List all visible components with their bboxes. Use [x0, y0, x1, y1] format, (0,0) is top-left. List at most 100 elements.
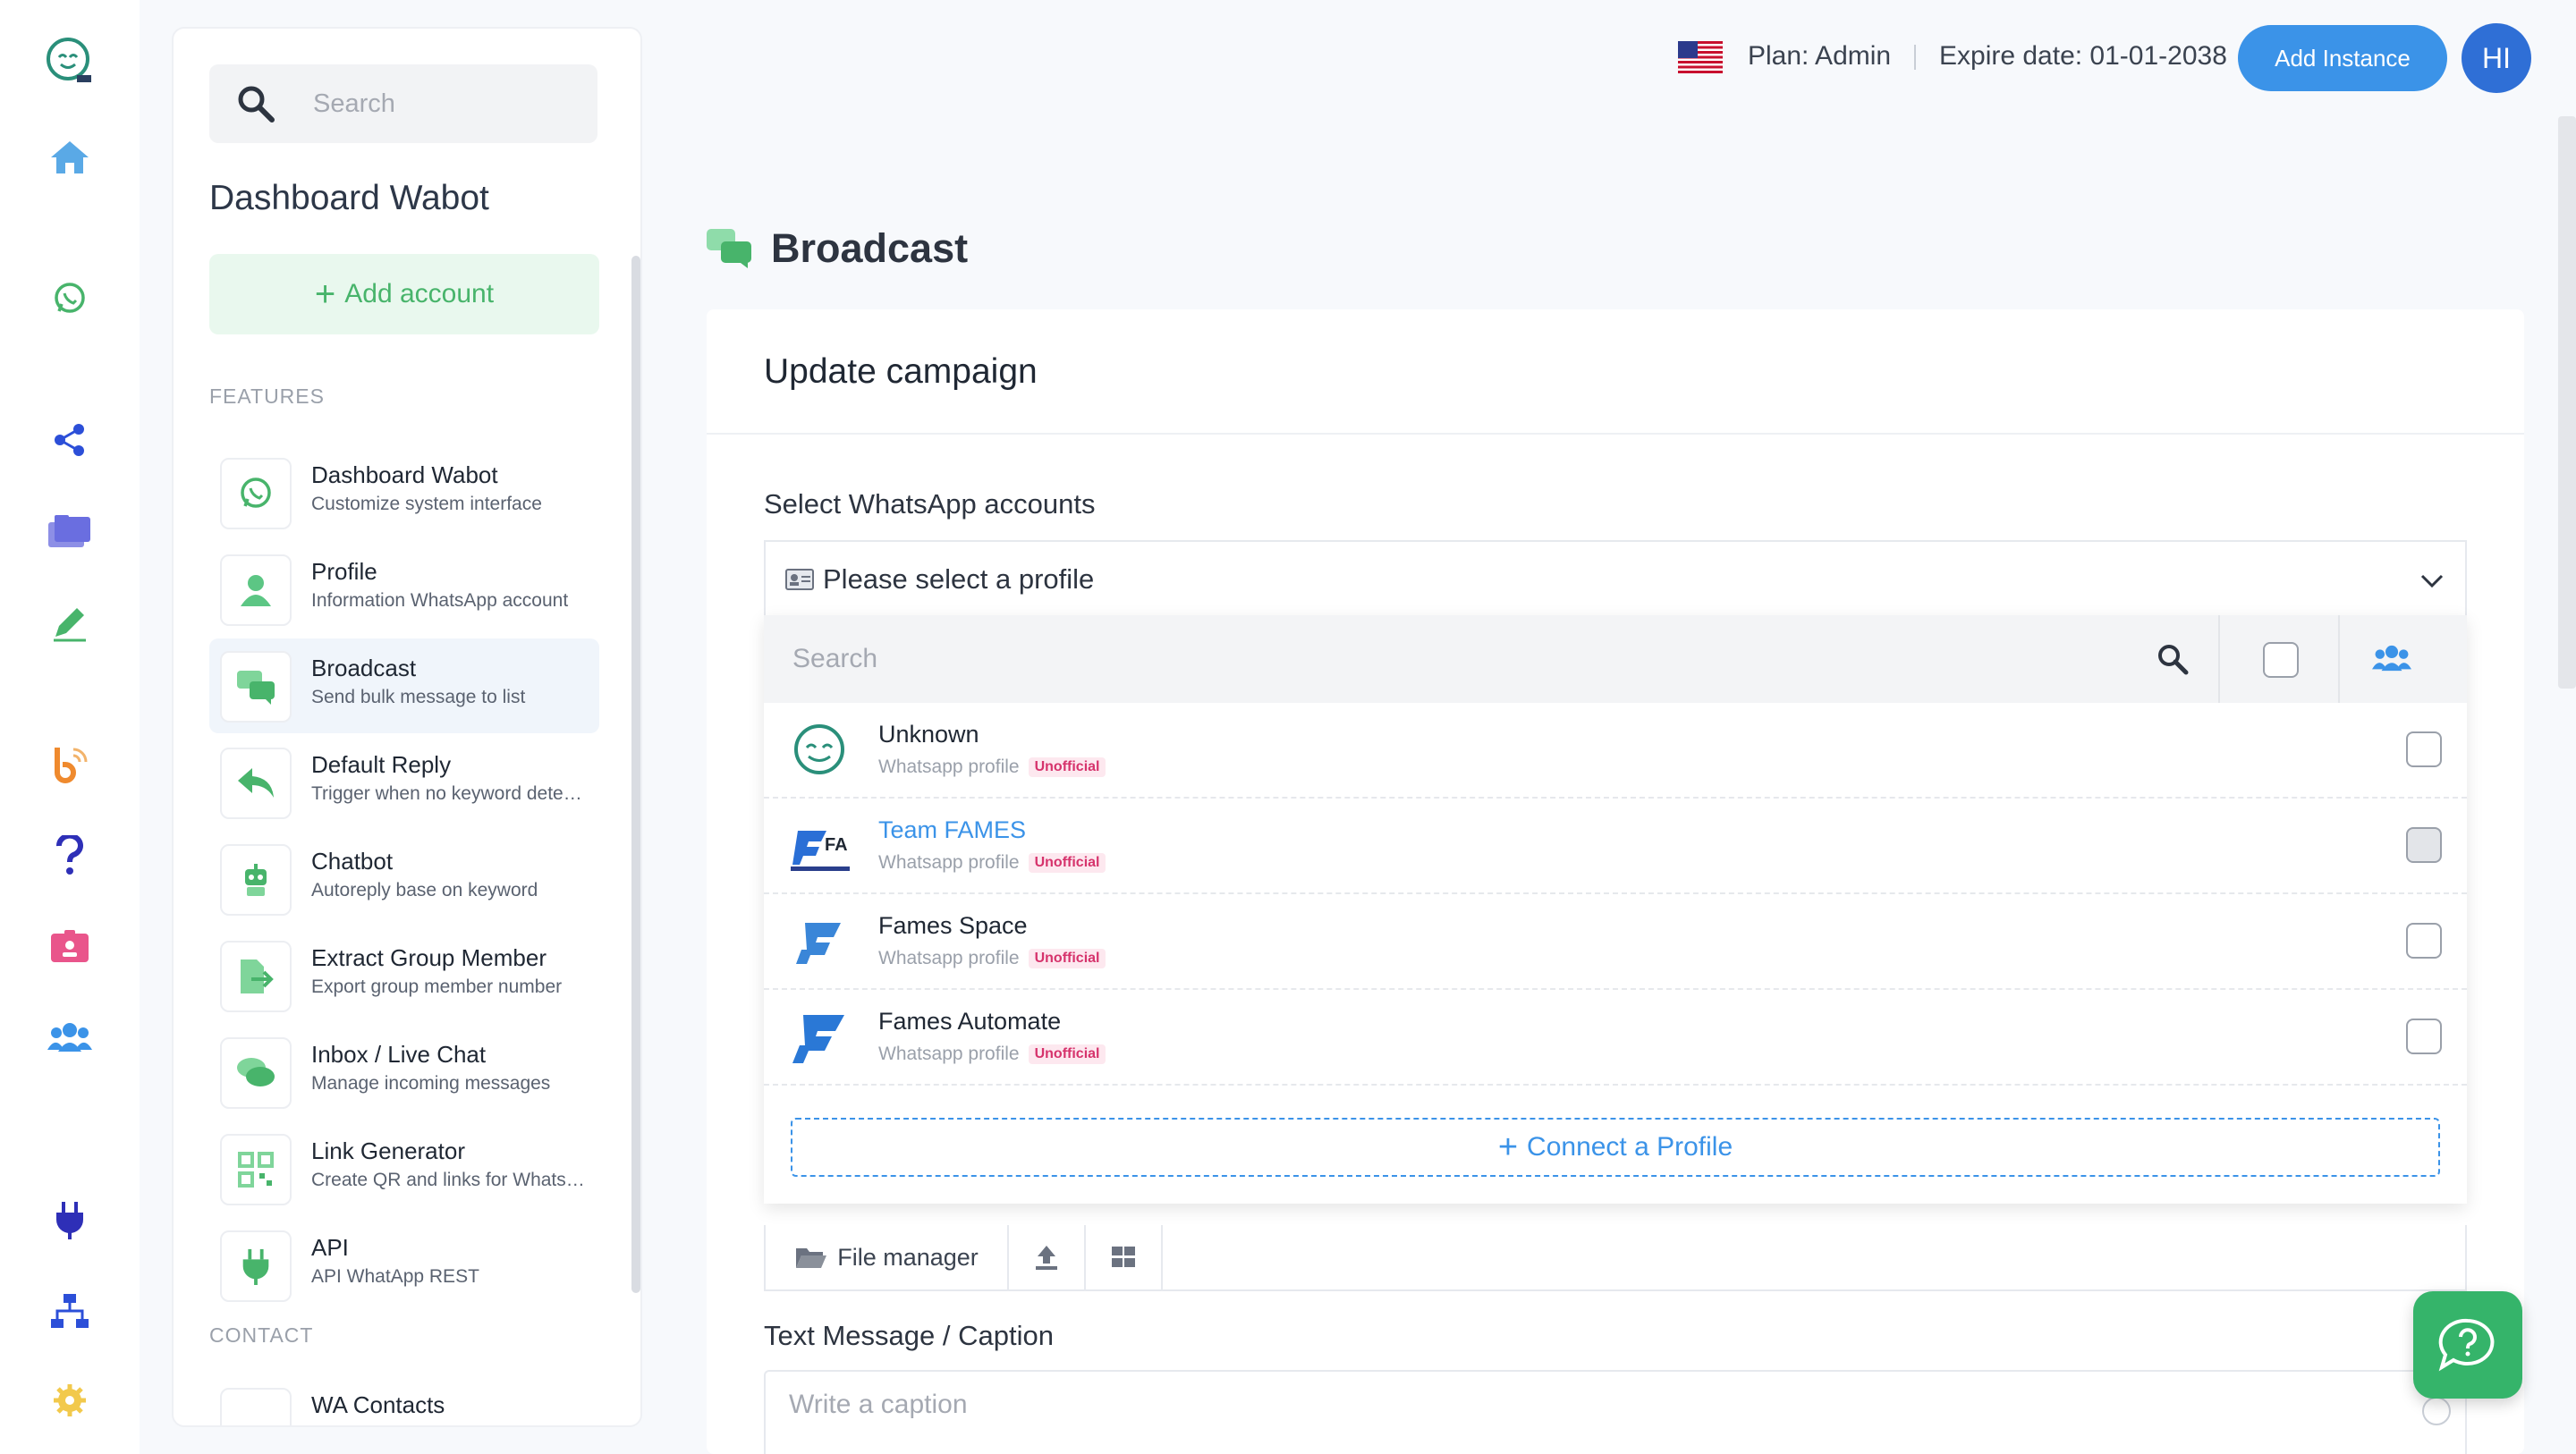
sidebar-item-api[interactable]: API API WhatApp REST [209, 1218, 599, 1313]
divider [2218, 615, 2220, 703]
profile-row-unknown[interactable]: Unknown Whatsapp profile Unofficial [764, 703, 2467, 799]
unofficial-badge: Unofficial [1028, 757, 1106, 777]
caption-placeholder: Write a caption [789, 1390, 968, 1419]
plug-icon[interactable] [45, 1195, 95, 1245]
connect-profile-button[interactable]: + Connect a Profile [791, 1118, 2440, 1177]
sidebar-item-title: Dashboard Wabot [311, 461, 498, 488]
search-icon[interactable] [2156, 642, 2190, 676]
sidebar-item-title: Link Generator [311, 1137, 465, 1164]
file-manager-label: File manager [837, 1243, 979, 1271]
sidebar-item-title: WA Contacts [311, 1391, 445, 1418]
profile-checkbox[interactable] [2406, 923, 2442, 959]
sidebar-item-chatbot[interactable]: Chatbot Autoreply base on keyword [209, 832, 599, 926]
dropdown-search-bar: Search [764, 615, 2467, 703]
plus-icon: + [1497, 1128, 1519, 1166]
help-question-icon[interactable] [45, 830, 95, 880]
dropdown-search-input[interactable]: Search [792, 644, 877, 674]
qr-code-icon [220, 1134, 292, 1205]
chat-bubbles-icon [707, 229, 751, 268]
sidebar-search-input[interactable]: Search [209, 64, 597, 143]
profile-checkbox[interactable] [2406, 827, 2442, 863]
profile-row-fames-space[interactable]: Fames Space Whatsapp profile Unofficial [764, 894, 2467, 990]
grid-view-button[interactable] [1086, 1225, 1163, 1289]
profile-checkbox[interactable] [2406, 1019, 2442, 1054]
app-logo-icon[interactable] [45, 36, 95, 86]
search-icon [238, 86, 275, 123]
sidebar-item-profile[interactable]: Profile Information WhatsApp account [209, 542, 599, 637]
sidebar-item-inbox-live-chat[interactable]: Inbox / Live Chat Manage incoming messag… [209, 1025, 599, 1120]
wabot-logo-icon [794, 724, 844, 774]
help-chat-icon [2438, 1318, 2495, 1372]
fames-logo-icon [796, 923, 841, 964]
profile-meta: Whatsapp profile Unofficial [878, 852, 1106, 874]
profile-name: Unknown [878, 721, 979, 748]
id-badge-icon[interactable] [45, 921, 95, 971]
sidebar-title: Dashboard Wabot [209, 179, 489, 217]
fames-logo-icon: FA [791, 831, 850, 871]
contact-section-label: CONTACT [209, 1323, 314, 1347]
select-all-checkbox[interactable] [2263, 642, 2299, 678]
folders-icon[interactable] [45, 506, 95, 556]
profile-meta: Whatsapp profile Unofficial [878, 757, 1106, 778]
sidebar-item-subtitle: Send bulk message to list [311, 687, 526, 707]
id-card-icon [785, 569, 814, 590]
help-chat-button[interactable] [2413, 1291, 2522, 1399]
profile-meta: Whatsapp profile Unofficial [878, 1044, 1106, 1065]
sitemap-icon[interactable] [45, 1286, 95, 1336]
profile-checkbox[interactable] [2406, 731, 2442, 767]
sidebar-scrollbar[interactable] [631, 256, 640, 1293]
sidebar-item-dashboard-wabot[interactable]: Dashboard Wabot Customize system interfa… [209, 445, 599, 540]
share-icon[interactable] [45, 415, 95, 465]
profile-meta: Whatsapp profile Unofficial [878, 948, 1106, 969]
sidebar-item-link-generator[interactable]: Link Generator Create QR and links for W… [209, 1121, 599, 1216]
chat-bubbles-icon [220, 651, 292, 723]
sidebar-item-default-reply[interactable]: Default Reply Trigger when no keyword de… [209, 735, 599, 830]
add-account-label: Add account [344, 279, 495, 309]
divider [2338, 615, 2340, 703]
home-icon[interactable] [45, 132, 95, 182]
sidebar-item-subtitle: Customize system interface [311, 494, 542, 514]
caption-textarea[interactable]: Write a caption [764, 1370, 2467, 1454]
profile-type: Whatsapp profile [878, 948, 1020, 968]
sidebar-item-subtitle: Information WhatsApp account [311, 590, 569, 611]
unofficial-badge: Unofficial [1028, 853, 1106, 873]
avatar[interactable]: HI [2462, 23, 2531, 93]
sidebar-item-title: Broadcast [311, 655, 417, 681]
plug-icon [220, 1230, 292, 1302]
add-account-button[interactable]: + Add account [209, 254, 599, 334]
users-icon[interactable] [45, 1012, 95, 1062]
sidebar-item-subtitle: API WhatApp REST [311, 1266, 479, 1287]
file-manager-button[interactable]: File manager [766, 1225, 1009, 1289]
sidebar-item-title: Default Reply [311, 751, 452, 778]
profile-select[interactable]: Please select a profile [764, 540, 2467, 617]
sidebar-item-title: Inbox / Live Chat [311, 1041, 487, 1068]
profile-row-team-fames[interactable]: FA Team FAMES Whatsapp profile Unofficial [764, 799, 2467, 894]
us-flag-icon[interactable] [1678, 41, 1723, 73]
icon-rail [0, 0, 140, 1454]
add-instance-button[interactable]: Add Instance [2238, 25, 2447, 91]
profile-row-fames-automate[interactable]: Fames Automate Whatsapp profile Unofficia… [764, 990, 2467, 1086]
pencil-icon[interactable] [45, 597, 95, 647]
unofficial-badge: Unofficial [1028, 949, 1106, 968]
unofficial-badge: Unofficial [1028, 1044, 1106, 1064]
feature-sidebar: Search Dashboard Wabot + Add account FEAT… [172, 27, 642, 1427]
sidebar-item-wa-contacts[interactable]: WA Contacts [209, 1375, 599, 1425]
card-header: Update campaign [707, 309, 2524, 435]
whatsapp-icon[interactable] [45, 274, 95, 324]
blog-icon[interactable] [45, 739, 95, 789]
sidebar-item-broadcast[interactable]: Broadcast Send bulk message to list [209, 638, 599, 733]
emoji-icon[interactable] [2422, 1397, 2451, 1425]
sidebar-item-extract-group-member[interactable]: Extract Group Member Export group member… [209, 928, 599, 1023]
sidebar-item-title: Chatbot [311, 848, 394, 875]
settings-gear-icon[interactable] [45, 1375, 95, 1425]
page-scrollbar[interactable] [2558, 116, 2576, 689]
users-icon[interactable] [2372, 640, 2411, 676]
folder-open-icon [796, 1248, 827, 1268]
inbox-chat-icon [220, 1037, 292, 1109]
upload-button[interactable] [1009, 1225, 1086, 1289]
connect-profile-label: Connect a Profile [1527, 1132, 1733, 1162]
sidebar-item-subtitle: Export group member number [311, 976, 563, 997]
user-icon [220, 554, 292, 626]
profile-name: Team FAMES [878, 816, 1027, 843]
export-icon [220, 941, 292, 1012]
